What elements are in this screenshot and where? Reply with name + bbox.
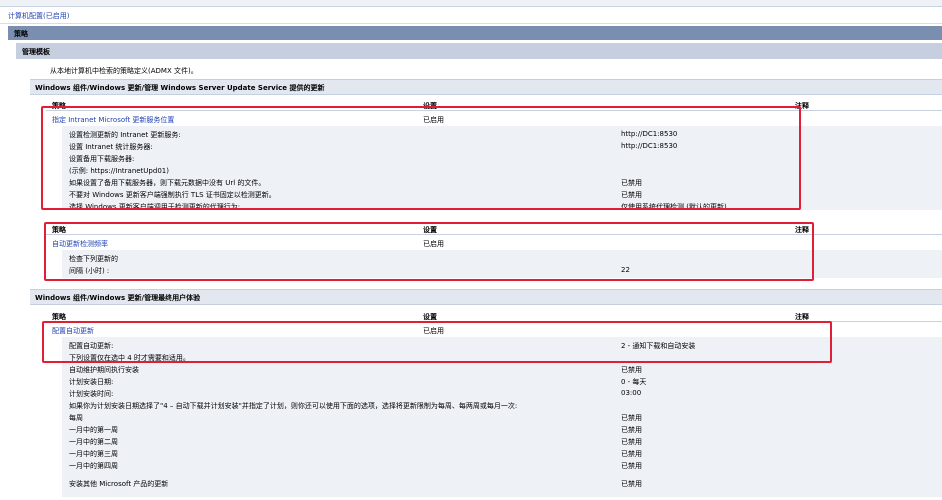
policies-header[interactable]: 策略 xyxy=(8,26,942,40)
setting-label: 计划安装日期: xyxy=(69,378,114,386)
highlight-box xyxy=(42,321,832,363)
highlight-box xyxy=(44,222,814,281)
setting-label: 如果你为计划安装日期选择了"4 – 自动下载并计划安装"并指定了计划，则你还可以… xyxy=(69,402,518,410)
admin-templates-header[interactable]: 管理模板 xyxy=(16,43,942,59)
setting-label: 每周 xyxy=(69,414,83,422)
setting-label: 安装其他 Microsoft 产品的更新 xyxy=(69,480,169,488)
section-enduser-title: Windows 组件/Windows 更新/管理最终用户体验 xyxy=(35,294,201,302)
computer-config-title[interactable]: 计算机配置(已启用) xyxy=(8,11,69,21)
section-wsus-title: Windows 组件/Windows 更新/管理 Windows Server … xyxy=(35,84,325,92)
setting-value: 已禁用 xyxy=(621,414,642,422)
setting-label: 一月中的第二周 xyxy=(69,438,118,446)
computer-config-header[interactable]: 计算机配置(已启用) xyxy=(0,7,942,24)
setting-label: 一月中的第三周 xyxy=(69,450,118,458)
setting-value: 已禁用 xyxy=(621,366,642,374)
highlight-box xyxy=(41,106,801,210)
setting-value: 0 - 每天 xyxy=(621,378,647,386)
setting-label: 一月中的第四周 xyxy=(69,462,118,470)
setting-value: 已禁用 xyxy=(621,462,642,470)
setting-value: 已禁用 xyxy=(621,426,642,434)
setting-value: 03:00 xyxy=(621,389,642,397)
policies-title: 策略 xyxy=(14,30,28,38)
admx-note: 从本地计算机中检索的策略定义(ADMX 文件)。 xyxy=(50,67,198,75)
setting-label: 一月中的第一周 xyxy=(69,426,118,434)
setting-value: 已禁用 xyxy=(621,450,642,458)
section-enduser-header[interactable]: Windows 组件/Windows 更新/管理最终用户体验 xyxy=(30,289,942,305)
section-wsus-header[interactable]: Windows 组件/Windows 更新/管理 Windows Server … xyxy=(30,79,942,95)
setting-label: 计划安装时间: xyxy=(69,390,114,398)
top-strip xyxy=(0,0,942,7)
setting-value: 已禁用 xyxy=(621,438,642,446)
admin-templates-title: 管理模板 xyxy=(22,48,50,56)
setting-value: 已禁用 xyxy=(621,480,642,488)
setting-label: 自动维护期间执行安装 xyxy=(69,366,139,374)
